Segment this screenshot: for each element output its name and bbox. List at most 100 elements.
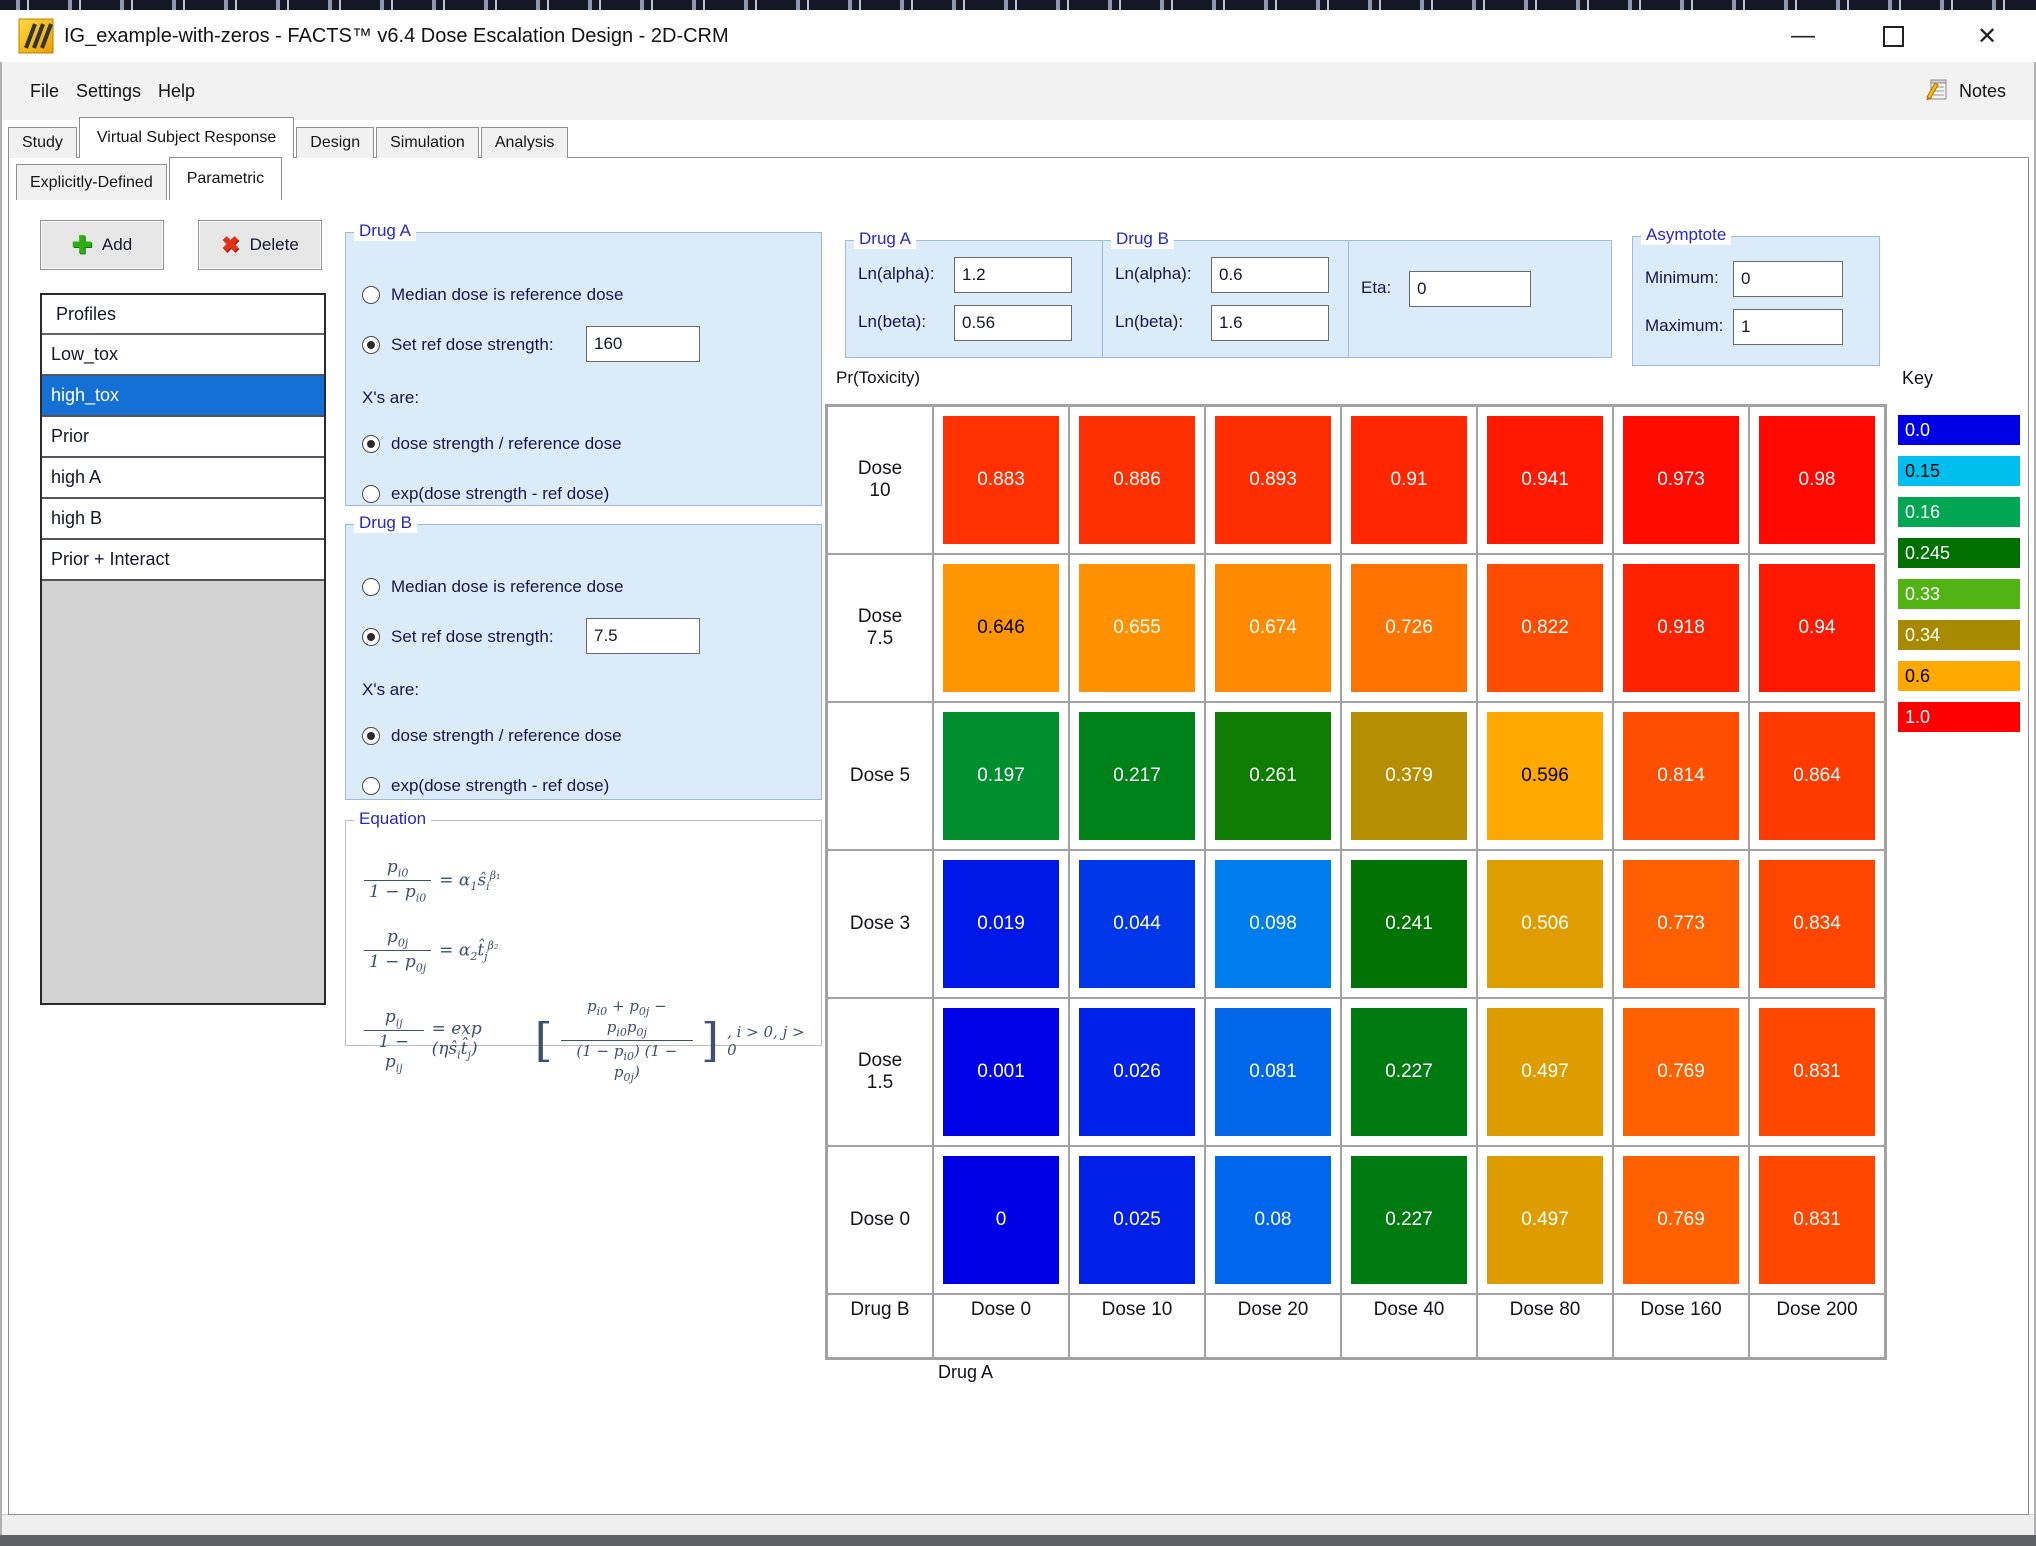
maximumlabel: Maximum: (1645, 316, 1723, 336)
profile-item-high-b[interactable]: high B (42, 499, 324, 540)
radio-selected[interactable] (362, 435, 380, 453)
heatmap-cell: 0.019 (933, 850, 1069, 998)
heatmap-cell-value: 0.261 (1215, 712, 1331, 840)
tab-analysis[interactable]: Analysis (481, 127, 569, 158)
tab-simulation[interactable]: Simulation (376, 127, 479, 158)
heatmap-column-header: Dose 80 (1477, 1294, 1613, 1358)
drug-b-option-exp-dose-strength-ref-dose[interactable]: exp(dose strength - ref dose) (362, 774, 609, 798)
ln-betainput[interactable]: 1.6 (1211, 305, 1329, 341)
menu-help[interactable]: Help (152, 62, 201, 120)
drug-a-option-dose-strength-reference-dose[interactable]: dose strength / reference dose (362, 432, 622, 456)
profile-item-prior-interact[interactable]: Prior + Interact (42, 540, 324, 581)
tab-design[interactable]: Design (296, 127, 374, 158)
drug-a-groupbox-label: Drug A (354, 221, 416, 241)
equation-formulas: pi01 − pi0= α1ŝiβ₁p0j1 − p0j= α2t̂jβ₂pij… (364, 843, 813, 1039)
heatmap-row-header: Dose 0 (827, 1146, 933, 1294)
heatmap-column-header: Dose 10 (1069, 1294, 1205, 1358)
heatmap-cell: 0.497 (1477, 1146, 1613, 1294)
ln-alphainput[interactable]: 1.2 (954, 257, 1072, 293)
maximuminput[interactable]: 1 (1733, 309, 1843, 345)
drug-a-option-median-dose-is-reference-dose[interactable]: Median dose is reference dose (362, 283, 623, 307)
profile-item-high-a[interactable]: high A (42, 458, 324, 499)
ln-alphalabel: Ln(alpha): (858, 264, 935, 284)
heatmap-cell-value: 0.081 (1215, 1008, 1331, 1136)
ln-betainput[interactable]: 0.56 (954, 305, 1072, 341)
heatmap-cell-value: 0.769 (1623, 1008, 1739, 1136)
drug-a-ref-dose-input[interactable]: 160 (586, 326, 700, 362)
drug-a-option-exp-dose-strength-ref-dose[interactable]: exp(dose strength - ref dose) (362, 482, 609, 506)
key-swatch-0.34: 0.34 (1898, 620, 2020, 650)
radio-selected[interactable] (362, 336, 380, 354)
heatmap-cell-value: 0.831 (1759, 1156, 1875, 1284)
application-window: IG_example-with-zeros - FACTS™ v6.4 Dose… (0, 0, 2036, 1546)
equation-groupbox: Equation pi01 − pi0= α1ŝiβ₁p0j1 − p0j= α… (345, 820, 822, 1046)
heatmap-y-axis-label: Drug B (827, 1294, 933, 1358)
equation-groupbox-label: Equation (354, 809, 431, 829)
minimuminput[interactable]: 0 (1733, 261, 1843, 297)
key-swatch-0.33: 0.33 (1898, 579, 2020, 609)
heatmap-cell-value: 0.019 (943, 860, 1059, 988)
etalabel: Eta: (1361, 278, 1391, 298)
notes-label: Notes (1959, 81, 2006, 102)
heatmap-cell: 0.814 (1613, 702, 1749, 850)
menu-bar: Notes FileSettingsHelp (2, 62, 2034, 120)
menu-file[interactable]: File (24, 62, 65, 120)
equation-line-1: pi01 − pi0= α1ŝiβ₁ (364, 857, 500, 905)
heatmap-cell-value: 0.655 (1079, 564, 1195, 692)
heatmap-column-header: Dose 40 (1341, 1294, 1477, 1358)
profile-item-low-tox[interactable]: Low_tox (42, 335, 324, 376)
drug-b-option-dose-strength-reference-dose[interactable]: dose strength / reference dose (362, 724, 622, 748)
etainput[interactable]: 0 (1409, 271, 1531, 307)
drug-a-option-set-ref-dose-strength[interactable]: Set ref dose strength: (362, 333, 554, 357)
main-tab-strip: StudyVirtual Subject ResponseDesignSimul… (8, 117, 570, 158)
ln-betalabel: Ln(beta): (858, 312, 926, 332)
heatmap-cell: 0.91 (1341, 406, 1477, 554)
key-swatch-0.15: 0.15 (1898, 456, 2020, 486)
asymptote-params-groupbox: Asymptote Minimum:0Maximum:1 (1632, 236, 1880, 366)
tab-virtual-subject-response[interactable]: Virtual Subject Response (79, 117, 294, 158)
delete-button[interactable]: ✖ Delete (198, 220, 322, 270)
minimize-button[interactable]: — (1768, 10, 1838, 62)
subtab-parametric[interactable]: Parametric (169, 157, 282, 200)
heatmap-row-header: Dose 1.5 (827, 998, 933, 1146)
heatmap-cell-value: 0.769 (1623, 1156, 1739, 1284)
menu-settings[interactable]: Settings (70, 62, 147, 120)
ln-alphainput[interactable]: 0.6 (1211, 257, 1329, 293)
heatmap-cell: 0.834 (1749, 850, 1885, 998)
tab-study[interactable]: Study (8, 127, 77, 158)
heatmap-cell: 0.94 (1749, 554, 1885, 702)
option-label: exp(dose strength - ref dose) (391, 776, 609, 796)
close-button[interactable]: ✕ (1952, 10, 2022, 62)
heatmap-cell-value: 0.025 (1079, 1156, 1195, 1284)
drug-b-option-set-ref-dose-strength[interactable]: Set ref dose strength: (362, 625, 554, 649)
radio-unselected[interactable] (362, 485, 380, 503)
radio-selected[interactable] (362, 727, 380, 745)
heatmap-cell-value: 0.227 (1351, 1156, 1467, 1284)
radio-unselected[interactable] (362, 286, 380, 304)
option-label: Set ref dose strength: (391, 627, 554, 647)
option-label: X's are: (362, 388, 419, 408)
notes-button[interactable]: Notes (1923, 62, 2006, 120)
radio-unselected[interactable] (362, 578, 380, 596)
drug-b-groupbox-label: Drug B (354, 513, 417, 533)
subtab-explicitly-defined[interactable]: Explicitly-Defined (16, 164, 167, 200)
option-label: dose strength / reference dose (391, 434, 622, 454)
profiles-header: Profiles (42, 295, 324, 335)
window-title: IG_example-with-zeros - FACTS™ v6.4 Dose… (64, 10, 729, 62)
maximize-button[interactable] (1858, 10, 1928, 62)
heatmap-cell-value: 0.918 (1623, 564, 1739, 692)
heatmap-cell: 0.646 (933, 554, 1069, 702)
minimumlabel: Minimum: (1645, 268, 1719, 288)
drug-b-ref-dose-input[interactable]: 7.5 (586, 618, 700, 654)
radio-unselected[interactable] (362, 777, 380, 795)
heatmap-cell-value: 0.98 (1759, 416, 1875, 544)
heatmap-cell: 0.773 (1613, 850, 1749, 998)
radio-selected[interactable] (362, 628, 380, 646)
heatmap-cell: 0 (933, 1146, 1069, 1294)
heatmap-cell-value: 0.379 (1351, 712, 1467, 840)
add-button[interactable]: ✚ Add (40, 220, 164, 270)
profile-item-prior[interactable]: Prior (42, 417, 324, 458)
profile-item-high-tox[interactable]: high_tox (42, 376, 324, 417)
drug-b-option-median-dose-is-reference-dose[interactable]: Median dose is reference dose (362, 575, 623, 599)
equation-line-2: p0j1 − p0j= α2t̂jβ₂ (364, 927, 498, 975)
